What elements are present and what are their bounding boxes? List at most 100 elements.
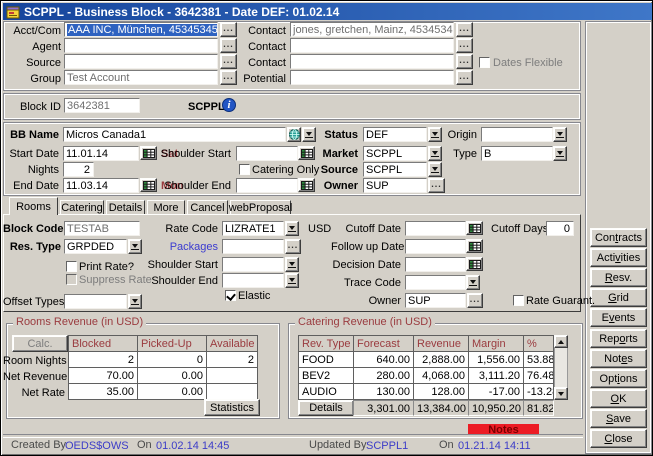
contact2-field[interactable]: [290, 38, 454, 53]
status-field[interactable]: DEF: [363, 127, 427, 142]
source-field[interactable]: [64, 54, 218, 69]
contact3-lov-button[interactable]: ...: [456, 54, 473, 69]
origin-dropdown-button[interactable]: [553, 127, 567, 142]
catering-row3-revenue[interactable]: 128.00: [413, 383, 469, 400]
offset-types-field[interactable]: [64, 294, 127, 309]
origin-field[interactable]: [481, 127, 553, 142]
elastic-checkbox[interactable]: [225, 290, 236, 301]
type-field[interactable]: B: [481, 146, 553, 161]
print-rate-checkbox[interactable]: [66, 261, 77, 272]
info-icon[interactable]: i: [222, 98, 236, 112]
bb-source-dropdown-button[interactable]: [428, 162, 442, 177]
rate-code-field[interactable]: LIZRATE1: [222, 221, 284, 236]
type-dropdown-button[interactable]: [553, 146, 567, 161]
cutoff-date-field[interactable]: [405, 221, 466, 236]
tab-shoulder-end-field[interactable]: [222, 273, 284, 288]
catering-row2-margin[interactable]: 3,111.20: [468, 367, 524, 384]
tab-owner-lov-button[interactable]: ...: [467, 293, 483, 308]
tab-shoulder-end-dropdown-button[interactable]: [285, 273, 299, 288]
catering-row1-revenue[interactable]: 2,888.00: [413, 351, 469, 368]
rate-guarant-checkbox[interactable]: [513, 295, 524, 306]
catering-row1-forecast[interactable]: 640.00: [353, 351, 414, 368]
tab-shoulder-start-dropdown-button[interactable]: [285, 257, 299, 272]
shoulder-start-field[interactable]: [236, 146, 298, 161]
status-dropdown-button[interactable]: [428, 127, 442, 142]
ok-button[interactable]: OK: [590, 389, 647, 408]
activities-button[interactable]: Activities: [590, 248, 647, 267]
tab-details[interactable]: Details: [106, 200, 145, 214]
catering-only-checkbox[interactable]: [239, 164, 250, 175]
follow-up-date-field[interactable]: [405, 239, 466, 254]
tab-webproposal[interactable]: webProposal: [230, 200, 291, 214]
decision-date-calendar-button[interactable]: [466, 257, 483, 271]
resv-button[interactable]: Resv.: [590, 268, 647, 287]
follow-up-date-calendar-button[interactable]: [466, 239, 483, 253]
catering-row3-forecast[interactable]: 130.00: [353, 383, 414, 400]
trace-code-field[interactable]: [405, 275, 466, 290]
close-button[interactable]: Close: [590, 429, 647, 448]
dates-flexible-checkbox[interactable]: [479, 57, 490, 68]
contact2-lov-button[interactable]: ...: [456, 38, 473, 53]
catering-row2-forecast[interactable]: 280.00: [353, 367, 414, 384]
potential-lov-button[interactable]: ...: [456, 70, 473, 85]
bb-owner-field[interactable]: SUP: [363, 178, 427, 193]
market-dropdown-button[interactable]: [428, 146, 442, 161]
contact1-lov-button[interactable]: ...: [456, 22, 473, 37]
group-field[interactable]: Test Account: [64, 70, 218, 85]
block-id-field[interactable]: 3642381: [64, 98, 140, 113]
shoulder-start-calendar-button[interactable]: [298, 146, 315, 160]
bb-source-field[interactable]: SCPPL: [363, 162, 427, 177]
trace-code-dropdown-button[interactable]: [466, 275, 480, 290]
catering-row3-percent[interactable]: -13.28: [523, 383, 554, 400]
catering-row1-rev-type[interactable]: FOOD: [298, 351, 354, 368]
tab-cancel[interactable]: Cancel: [187, 200, 228, 214]
cutoff-date-calendar-button[interactable]: [466, 221, 483, 235]
res-type-field[interactable]: GRPDED: [64, 239, 127, 254]
catering-row2-percent[interactable]: 76.48: [523, 367, 554, 384]
tab-rooms[interactable]: Rooms: [9, 197, 58, 215]
res-type-dropdown-button[interactable]: [128, 239, 142, 254]
catering-row2-revenue[interactable]: 4,068.00: [413, 367, 469, 384]
notes-button[interactable]: Notes: [590, 349, 647, 368]
scroll-down-button[interactable]: [554, 387, 568, 400]
title-bar[interactable]: SCPPL - Business Block - 3642381 - Date …: [3, 3, 652, 20]
nights-field[interactable]: 2: [63, 162, 94, 177]
catering-row3-rev-type[interactable]: AUDIO: [298, 383, 354, 400]
reports-button[interactable]: Reports: [590, 329, 647, 348]
statistics-button[interactable]: Statistics: [204, 399, 260, 416]
start-date-field[interactable]: 11.01.14: [63, 146, 139, 161]
catering-row3-margin[interactable]: -17.00: [468, 383, 524, 400]
grid-button[interactable]: Grid: [590, 288, 647, 307]
contact1-field[interactable]: jones, gretchen, Mainz, 45345345: [290, 22, 454, 37]
tab-shoulder-start-field[interactable]: [222, 257, 284, 272]
contact3-field[interactable]: [290, 54, 454, 69]
cutoff-days-field[interactable]: 0: [546, 221, 574, 236]
offset-types-dropdown-button[interactable]: [128, 294, 142, 309]
rate-code-dropdown-button[interactable]: [285, 221, 299, 236]
market-field[interactable]: SCPPL: [363, 146, 427, 161]
scroll-up-button[interactable]: [554, 335, 568, 348]
packages-lov-button[interactable]: ...: [285, 239, 301, 254]
contracts-button[interactable]: Contracts: [590, 228, 647, 247]
packages-link[interactable]: Packages: [151, 241, 218, 253]
packages-field[interactable]: [222, 239, 284, 254]
tab-catering[interactable]: Catering: [60, 200, 104, 214]
tab-more[interactable]: More: [147, 200, 185, 214]
potential-field[interactable]: [290, 70, 454, 85]
end-date-field[interactable]: 11.03.14: [63, 178, 139, 193]
suppress-rate-checkbox[interactable]: [66, 274, 77, 285]
translate-button[interactable]: [287, 127, 301, 142]
acct-com-field[interactable]: AAA INC, München, 45345345: [64, 22, 218, 37]
calc-button[interactable]: Calc.: [12, 335, 68, 352]
bb-name-dropdown-button[interactable]: [302, 127, 316, 142]
bb-name-field[interactable]: Micros Canada1: [63, 127, 286, 142]
start-date-calendar-button[interactable]: [140, 146, 157, 160]
tab-owner-field[interactable]: SUP: [405, 293, 466, 308]
shoulder-end-field[interactable]: [236, 178, 298, 193]
events-button[interactable]: Events: [590, 308, 647, 327]
catering-row2-rev-type[interactable]: BEV2: [298, 367, 354, 384]
options-button[interactable]: Options: [590, 369, 647, 388]
bb-owner-lov-button[interactable]: ...: [428, 178, 445, 193]
shoulder-end-calendar-button[interactable]: [298, 178, 315, 192]
save-button[interactable]: Save: [590, 409, 647, 428]
